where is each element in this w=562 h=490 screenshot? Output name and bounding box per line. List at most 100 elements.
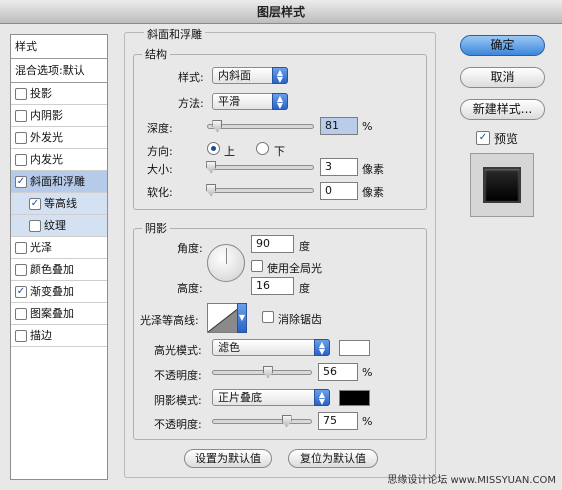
- style-item-color-overlay[interactable]: 颜色叠加: [11, 259, 107, 281]
- updown-arrows-icon: ▲ ▼: [314, 339, 330, 356]
- style-item-label: 颜色叠加: [30, 263, 74, 276]
- style-item-label: 图案叠加: [30, 307, 74, 320]
- ok-button[interactable]: 确定: [460, 35, 545, 56]
- highlight-opacity-input[interactable]: 56: [318, 363, 358, 381]
- size-input[interactable]: 3: [320, 158, 358, 176]
- global-light-checkbox[interactable]: [251, 260, 263, 272]
- style-select-value: 内斜面: [218, 69, 251, 82]
- updown-arrows-icon: ▲ ▼: [314, 389, 330, 406]
- style-item-label: 渐变叠加: [30, 285, 74, 298]
- technique-select-value: 平滑: [218, 95, 240, 108]
- style-item-checkbox[interactable]: [15, 307, 27, 320]
- altitude-label: 高度:: [177, 282, 203, 295]
- style-item-outer-glow[interactable]: 外发光: [11, 127, 107, 149]
- updown-arrows-icon: ▲ ▼: [272, 93, 288, 110]
- style-label: 样式:: [178, 71, 204, 84]
- style-list: 样式 混合选项:默认 投影内阴影 外发光内发光 ✓ 斜面和浮雕 ✓ 等高线纹理光泽颜色叠加…: [10, 34, 108, 480]
- style-item-drop-shadow[interactable]: 投影: [11, 83, 107, 105]
- updown-arrows-icon: ▲ ▼: [272, 67, 288, 84]
- structure-title: 结构: [145, 48, 167, 61]
- shadow-color-swatch[interactable]: [339, 390, 370, 406]
- preview-check-icon: ✓: [478, 132, 488, 143]
- soften-input[interactable]: 0: [320, 182, 358, 200]
- soften-slider[interactable]: [206, 184, 314, 196]
- highlight-opacity-label: 不透明度:: [154, 369, 202, 382]
- highlight-opacity-slider[interactable]: [212, 366, 312, 378]
- style-item-checkbox[interactable]: [29, 219, 41, 232]
- style-item-checkbox[interactable]: [15, 131, 27, 144]
- blend-options-item[interactable]: 混合选项:默认: [11, 59, 107, 83]
- style-item-texture[interactable]: 纹理: [11, 215, 107, 237]
- style-item-label: 内发光: [30, 153, 63, 166]
- shadow-opacity-slider[interactable]: [212, 415, 312, 427]
- new-style-button[interactable]: 新建样式...: [460, 99, 545, 120]
- angle-dial-hand: [226, 248, 227, 264]
- preview-box: [470, 153, 534, 217]
- angle-input[interactable]: 90: [251, 235, 294, 253]
- style-item-stroke[interactable]: 描边: [11, 325, 107, 347]
- window-title: 图层样式: [0, 0, 562, 24]
- direction-down-label: 下: [274, 145, 285, 158]
- make-default-button[interactable]: 设置为默认值: [184, 449, 272, 468]
- technique-select[interactable]: 平滑 ▲ ▼: [212, 93, 288, 110]
- style-item-label: 斜面和浮雕: [30, 175, 85, 188]
- style-item-checkbox[interactable]: ✓: [29, 197, 41, 210]
- style-item-checkbox[interactable]: [15, 153, 27, 166]
- angle-dial[interactable]: [207, 244, 245, 282]
- depth-input[interactable]: 81: [320, 117, 358, 135]
- style-item-checkbox[interactable]: [15, 329, 27, 342]
- direction-down-radio[interactable]: [256, 142, 269, 155]
- shadow-mode-select[interactable]: 正片叠底 ▲ ▼: [212, 389, 330, 406]
- style-item-gradient-overlay[interactable]: ✓ 渐变叠加: [11, 281, 107, 303]
- style-item-satin[interactable]: 光泽: [11, 237, 107, 259]
- depth-slider[interactable]: [207, 120, 314, 132]
- gloss-contour-dropdown[interactable]: ▼: [237, 303, 247, 333]
- style-select[interactable]: 内斜面 ▲ ▼: [212, 67, 288, 84]
- style-item-checkbox[interactable]: [15, 87, 27, 100]
- style-item-contour[interactable]: ✓ 等高线: [11, 193, 107, 215]
- highlight-color-swatch[interactable]: [339, 340, 370, 356]
- style-item-label: 投影: [30, 87, 52, 100]
- anti-alias-label: 消除锯齿: [278, 313, 322, 326]
- checkmark-icon: ✓: [16, 175, 26, 187]
- checkmark-icon: ✓: [30, 197, 40, 209]
- shadow-mode-value: 正片叠底: [218, 391, 262, 404]
- style-item-inner-shadow[interactable]: 内阴影: [11, 105, 107, 127]
- style-item-label: 光泽: [30, 241, 52, 254]
- style-item-checkbox[interactable]: [15, 241, 27, 254]
- style-item-checkbox[interactable]: ✓: [15, 175, 27, 188]
- reset-default-button[interactable]: 复位为默认值: [288, 449, 378, 468]
- style-item-bevel-emboss[interactable]: ✓ 斜面和浮雕: [11, 171, 107, 193]
- preview-checkbox[interactable]: ✓: [476, 131, 490, 145]
- style-item-checkbox[interactable]: ✓: [15, 285, 27, 298]
- anti-alias-checkbox[interactable]: [262, 311, 274, 323]
- shading-title: 阴影: [145, 222, 167, 235]
- depth-label: 深度:: [147, 122, 173, 135]
- size-label: 大小:: [147, 163, 173, 176]
- direction-up-radio[interactable]: [207, 142, 220, 155]
- gloss-contour-label: 光泽等高线:: [140, 314, 199, 327]
- highlight-mode-select[interactable]: 滤色 ▲ ▼: [212, 339, 330, 356]
- style-item-checkbox[interactable]: [15, 109, 27, 122]
- style-item-checkbox[interactable]: [15, 263, 27, 276]
- angle-label: 角度:: [177, 242, 203, 255]
- checkmark-icon: ✓: [16, 285, 26, 297]
- angle-unit: 度: [299, 240, 310, 253]
- style-item-label: 等高线: [44, 197, 77, 210]
- bevel-emboss-title: 斜面和浮雕: [144, 26, 205, 42]
- cancel-button[interactable]: 取消: [460, 67, 545, 88]
- size-unit: 像素: [362, 163, 384, 176]
- depth-unit: %: [362, 120, 373, 133]
- preview-thumbnail: [483, 167, 521, 203]
- shadow-opacity-input[interactable]: 75: [318, 412, 358, 430]
- highlight-mode-label: 高光模式:: [154, 344, 202, 357]
- soften-label: 软化:: [147, 186, 173, 199]
- style-item-pattern-overlay[interactable]: 图案叠加: [11, 303, 107, 325]
- global-light-label: 使用全局光: [267, 262, 322, 275]
- style-item-label: 描边: [30, 329, 52, 342]
- size-slider[interactable]: [206, 161, 314, 173]
- style-list-header[interactable]: 样式: [11, 35, 107, 59]
- shadow-opacity-label: 不透明度:: [154, 418, 202, 431]
- style-item-inner-glow[interactable]: 内发光: [11, 149, 107, 171]
- altitude-input[interactable]: 16: [251, 277, 294, 295]
